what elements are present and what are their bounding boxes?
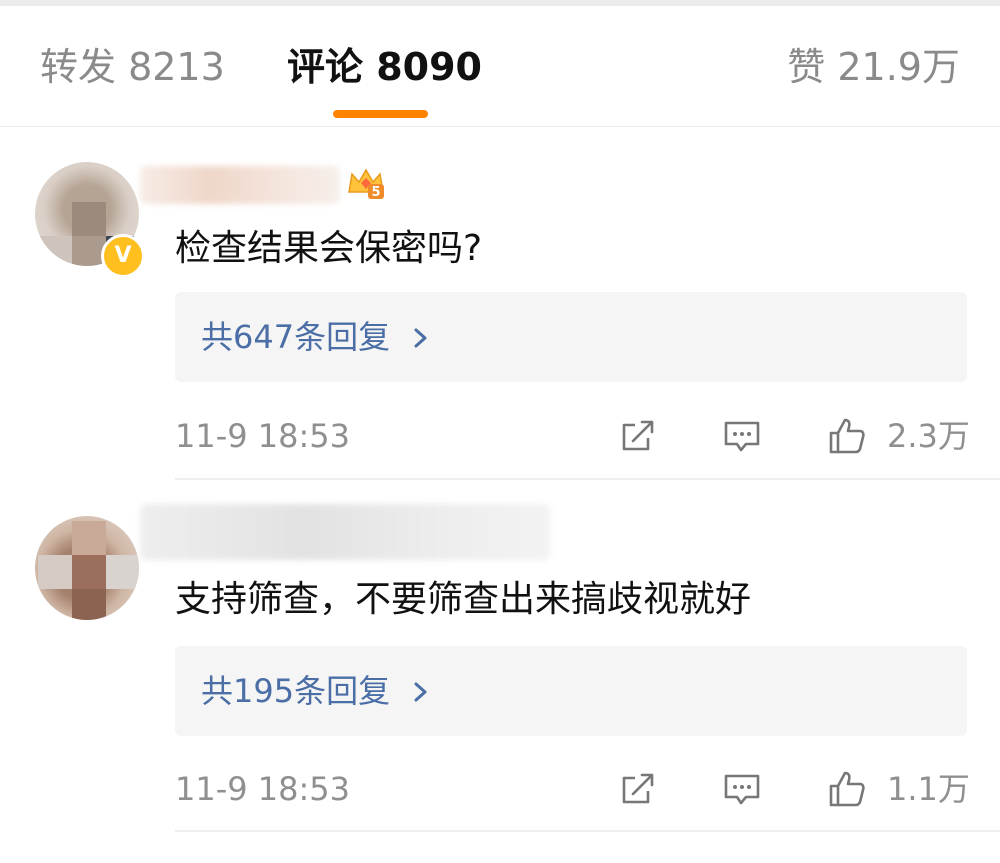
comment-meta: 11-9 18:53 1.1万 [175,763,975,813]
username-blurred[interactable] [140,166,340,204]
comment-item: V 5 检查结果会保密吗? 共647条回复 11-9 18:53 2.3万 [0,140,1000,485]
like-count: 1.1万 [887,770,970,808]
chevron-right-icon [414,682,427,702]
comment-text: 支持筛查，不要筛查出来搞歧视就好 [175,579,752,620]
replies-label: 共195条回复 [201,670,432,712]
tab-likes[interactable]: 赞 21.9万 [787,44,960,90]
share-icon[interactable] [618,416,658,456]
comment-item: 支持筛查，不要筛查出来搞歧视就好 共195条回复 11-9 18:53 1.1万 [0,488,1000,833]
replies-link[interactable]: 共647条回复 [175,292,967,382]
comment-time: 11-9 18:53 [175,770,351,808]
share-icon[interactable] [618,769,658,809]
thumbs-up-icon[interactable] [827,769,867,809]
comment-text: 检查结果会保密吗? [175,228,483,269]
tab-comments[interactable]: 评论 8090 [287,44,482,90]
thumbs-up-icon[interactable] [827,416,867,456]
avatar[interactable] [35,516,139,620]
active-tab-indicator [333,110,428,118]
username-blurred[interactable] [140,504,550,560]
comment-icon[interactable] [722,769,762,809]
svg-text:5: 5 [371,185,380,200]
tab-repost[interactable]: 转发 8213 [40,44,225,90]
divider [175,478,1000,480]
verified-badge-icon: V [101,234,145,278]
avatar-pixel [38,236,72,266]
comment-time: 11-9 18:53 [175,417,351,455]
chevron-right-icon [414,328,427,348]
avatar-pixel [72,555,106,589]
avatar-pixel [106,555,139,589]
tab-bar: 转发 8213 评论 8090 赞 21.9万 [0,6,1000,127]
replies-label: 共647条回复 [201,316,432,358]
crown-icon: 5 [348,168,384,200]
like-count: 2.3万 [887,417,970,455]
replies-link[interactable]: 共195条回复 [175,646,967,736]
avatar-pixel [72,521,106,555]
comment-meta: 11-9 18:53 2.3万 [175,410,975,460]
avatar-pixel [72,202,106,236]
divider [175,830,1000,832]
comment-icon[interactable] [722,416,762,456]
avatar-pixel [72,589,106,620]
avatar-pixel [38,555,72,589]
